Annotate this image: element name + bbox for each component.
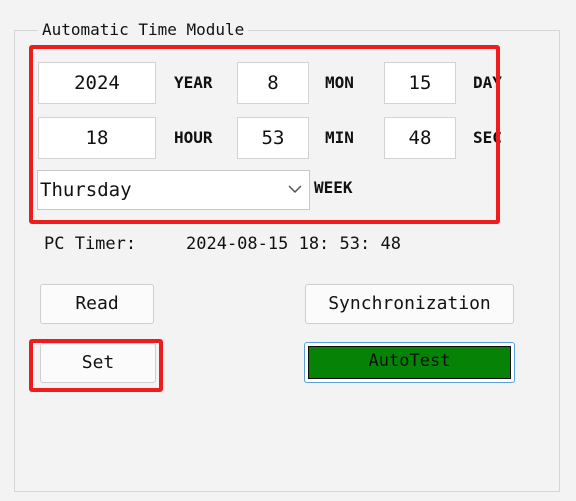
pc-timer-value: 2024-08-15 18: 53: 48 <box>186 234 401 254</box>
autotest-button-label: AutoTest <box>308 346 511 379</box>
highlight-box-datetime <box>29 45 500 224</box>
autotest-button[interactable]: AutoTest <box>304 342 515 383</box>
group-title: Automatic Time Module <box>38 19 249 41</box>
pc-timer-label: PC Timer: <box>44 234 137 254</box>
highlight-box-set <box>29 339 163 392</box>
read-button[interactable]: Read <box>40 284 154 324</box>
synchronization-button[interactable]: Synchronization <box>305 284 514 324</box>
